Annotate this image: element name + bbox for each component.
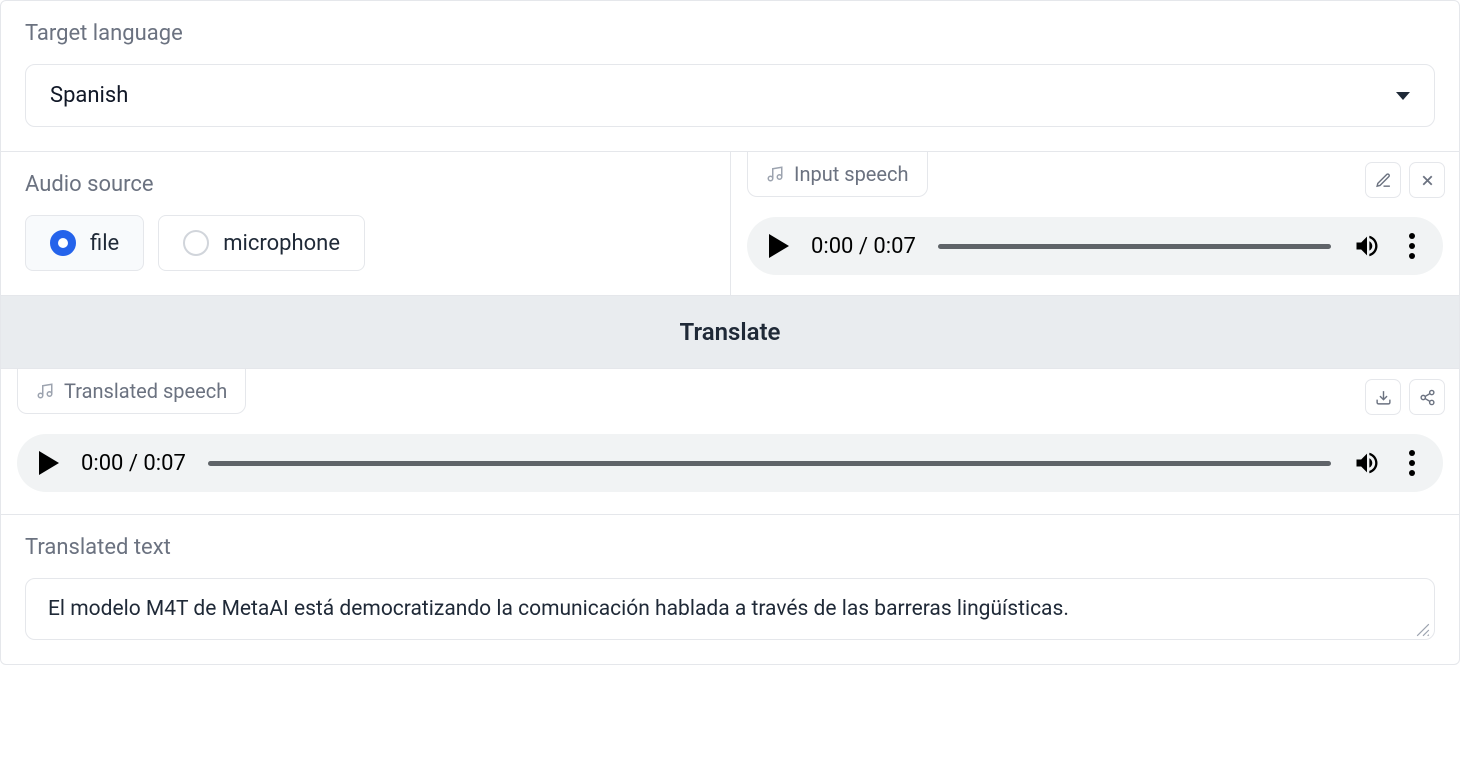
dot-icon <box>1409 243 1415 249</box>
input-audio-track[interactable] <box>938 244 1331 249</box>
volume-icon <box>1353 232 1381 260</box>
target-language-dropdown[interactable]: Spanish <box>25 64 1435 127</box>
music-note-icon <box>36 382 54 400</box>
audio-source-microphone[interactable]: microphone <box>158 215 365 271</box>
audio-source-file[interactable]: file <box>25 215 144 271</box>
translated-text-label: Translated text <box>25 535 1435 560</box>
audio-source-label: Audio source <box>25 172 706 197</box>
download-button[interactable] <box>1365 379 1401 415</box>
output-audio-track[interactable] <box>208 461 1331 466</box>
target-language-value: Spanish <box>50 83 128 108</box>
edit-button[interactable] <box>1365 162 1401 198</box>
close-icon <box>1419 172 1436 189</box>
play-button[interactable] <box>769 234 789 258</box>
volume-icon <box>1353 449 1381 477</box>
input-speech-section: Input speech 0:00 / 0:07 <box>730 152 1459 295</box>
translated-speech-section: Translated speech 0:00 / 0:07 <box>1 369 1459 514</box>
share-button[interactable] <box>1409 379 1445 415</box>
pencil-icon <box>1375 172 1392 189</box>
audio-menu-button[interactable] <box>1403 229 1421 263</box>
translated-speech-tab: Translated speech <box>17 369 246 414</box>
dot-icon <box>1409 460 1415 466</box>
input-audio-time: 0:00 / 0:07 <box>811 234 916 259</box>
output-audio-time: 0:00 / 0:07 <box>81 451 186 476</box>
output-audio-player: 0:00 / 0:07 <box>17 434 1443 492</box>
share-icon <box>1419 389 1436 406</box>
clear-button[interactable] <box>1409 162 1445 198</box>
translated-text-value: El modelo M4T de MetaAI está democratiza… <box>48 597 1069 621</box>
dot-icon <box>1409 450 1415 456</box>
download-icon <box>1375 389 1392 406</box>
dot-icon <box>1409 233 1415 239</box>
resize-handle-icon[interactable] <box>1416 623 1430 637</box>
target-language-label: Target language <box>25 21 1435 46</box>
audio-source-options: file microphone <box>25 215 706 271</box>
volume-button[interactable] <box>1353 232 1381 260</box>
volume-button[interactable] <box>1353 449 1381 477</box>
radio-icon <box>50 230 76 256</box>
audio-row: Audio source file microphone Input speec… <box>1 151 1459 295</box>
caret-down-icon <box>1396 92 1410 100</box>
play-button[interactable] <box>39 451 59 475</box>
dot-icon <box>1409 253 1415 259</box>
translated-speech-tab-label: Translated speech <box>64 379 227 403</box>
input-speech-tab: Input speech <box>747 152 928 197</box>
dot-icon <box>1409 470 1415 476</box>
music-note-icon <box>766 165 784 183</box>
radio-icon <box>183 230 209 256</box>
app-container: Target language Spanish Audio source fil… <box>0 0 1460 665</box>
translated-text-output[interactable]: El modelo M4T de MetaAI está democratiza… <box>25 578 1435 640</box>
target-language-section: Target language Spanish <box>1 1 1459 151</box>
radio-label-microphone: microphone <box>223 231 340 256</box>
translate-button[interactable]: Translate <box>1 295 1459 369</box>
input-audio-player: 0:00 / 0:07 <box>747 217 1443 275</box>
audio-menu-button[interactable] <box>1403 446 1421 480</box>
input-speech-tab-label: Input speech <box>794 162 909 186</box>
radio-label-file: file <box>90 231 119 256</box>
translated-text-section: Translated text El modelo M4T de MetaAI … <box>1 514 1459 664</box>
audio-source-section: Audio source file microphone <box>1 152 730 295</box>
